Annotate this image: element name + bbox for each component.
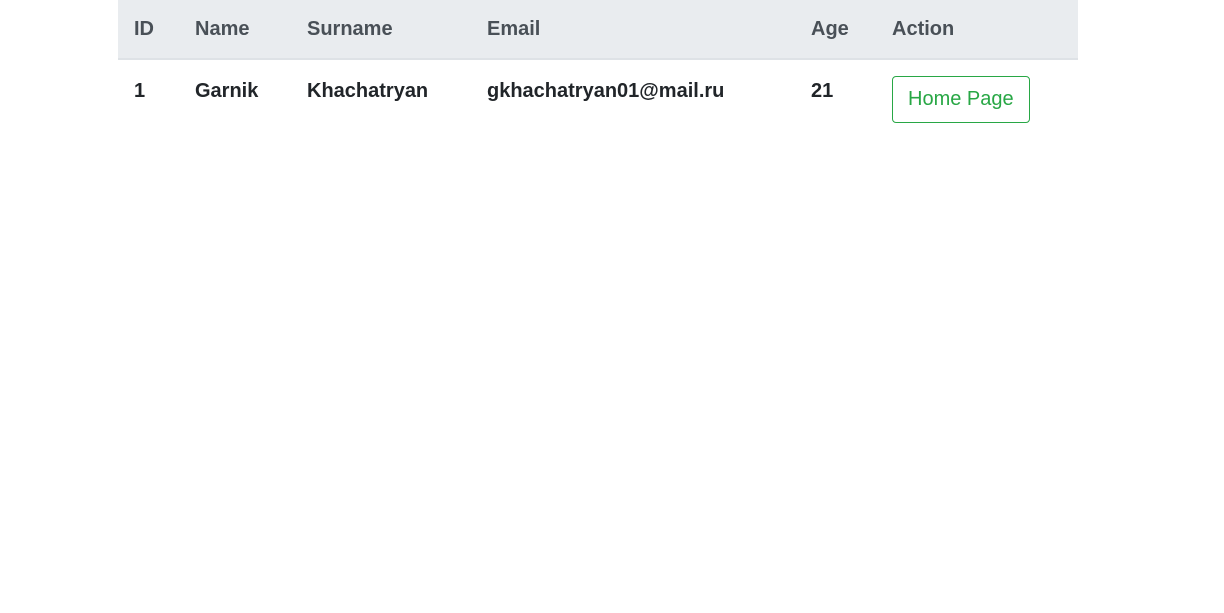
header-name: Name bbox=[179, 0, 291, 60]
home-page-button[interactable]: Home Page bbox=[892, 76, 1030, 123]
cell-id: 1 bbox=[134, 80, 146, 102]
table-row: 1 Garnik Khachatryan gkhachatryan01@mail… bbox=[118, 59, 1078, 139]
users-table-container: ID Name Surname Email Age Action 1 Garni… bbox=[118, 0, 1078, 139]
header-action: Action bbox=[876, 0, 1078, 60]
header-email: Email bbox=[471, 0, 795, 60]
cell-surname: Khachatryan bbox=[307, 80, 429, 102]
cell-email: gkhachatryan01@mail.ru bbox=[487, 80, 725, 102]
header-age: Age bbox=[795, 0, 876, 60]
cell-action: Home Page bbox=[876, 59, 1078, 139]
cell-age: 21 bbox=[811, 80, 834, 102]
table-body: 1 Garnik Khachatryan gkhachatryan01@mail… bbox=[118, 59, 1078, 139]
table-header: ID Name Surname Email Age Action bbox=[118, 0, 1078, 60]
cell-name: Garnik bbox=[195, 80, 259, 102]
header-id: ID bbox=[118, 0, 179, 60]
header-surname: Surname bbox=[291, 0, 471, 60]
table-header-row: ID Name Surname Email Age Action bbox=[118, 0, 1078, 60]
users-table: ID Name Surname Email Age Action 1 Garni… bbox=[118, 0, 1078, 139]
